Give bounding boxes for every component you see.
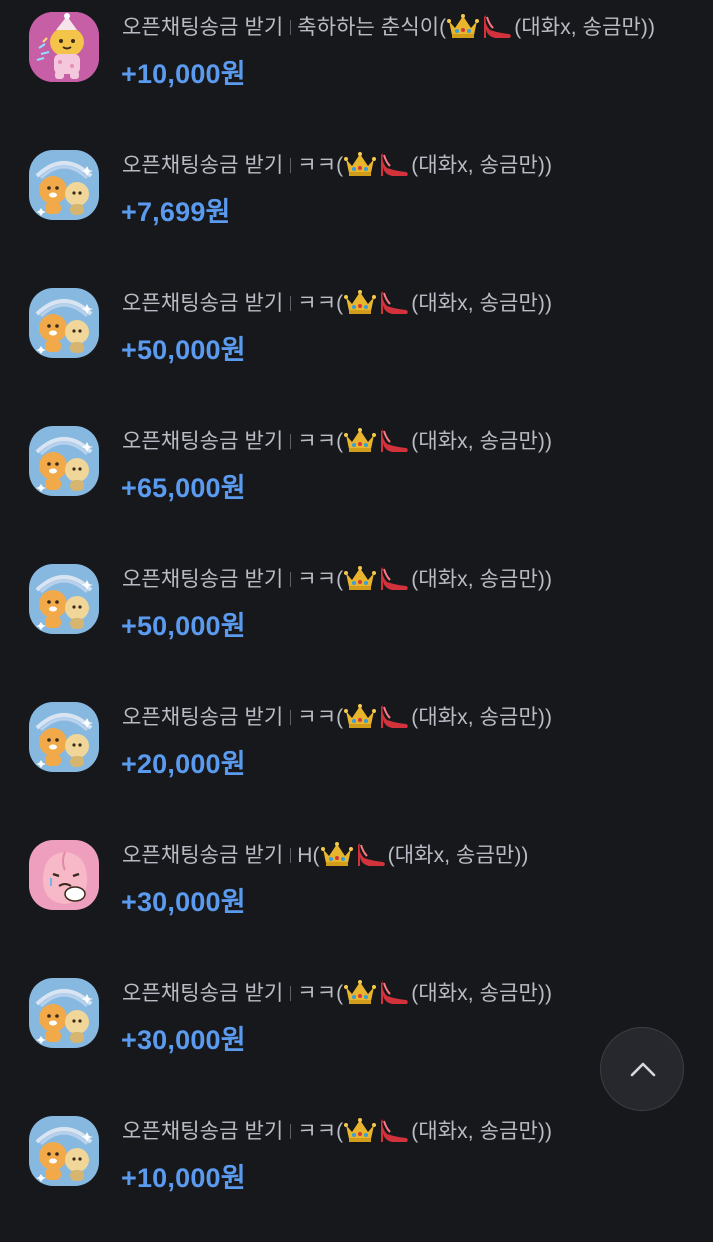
transaction-title: 오픈채팅송금 받기 ㅋㅋ( (대화x, 송금만))	[122, 978, 552, 1010]
title-divider	[290, 434, 292, 449]
transaction-type: 오픈채팅송금 받기	[122, 844, 284, 867]
transaction-amount: +7,699원	[121, 197, 231, 227]
transaction-amount: +10,000원	[121, 1163, 246, 1193]
transaction-memo-prefix: ㅋㅋ(	[297, 1120, 344, 1143]
crown-emoji-icon	[344, 428, 377, 452]
blue-character-avatar	[29, 702, 99, 772]
transaction-type: 오픈채팅송금 받기	[122, 568, 284, 591]
blue-character-avatar	[29, 288, 99, 358]
transaction-type: 오픈채팅송금 받기	[122, 292, 284, 315]
peach-character-avatar	[29, 840, 99, 910]
transaction-title: 오픈채팅송금 받기 H( (대화x, 송금만))	[122, 840, 529, 872]
blue-character-avatar	[29, 1116, 99, 1186]
title-divider	[290, 572, 292, 587]
transaction-memo-prefix: ㅋㅋ(	[297, 430, 344, 453]
transaction-memo-prefix: ㅋㅋ(	[297, 154, 344, 177]
high-heel-emoji-icon	[381, 705, 409, 728]
transaction-memo-suffix: (대화x, 송금만))	[387, 844, 529, 867]
crown-emoji-icon	[447, 14, 480, 38]
chevron-up-icon	[630, 1062, 656, 1077]
transaction-title: 오픈채팅송금 받기 ㅋㅋ( (대화x, 송금만))	[122, 702, 552, 734]
title-divider	[290, 158, 292, 173]
transaction-amount: +10,000원	[121, 59, 246, 89]
crown-emoji-icon	[344, 566, 377, 590]
transaction-row[interactable]: 오픈채팅송금 받기 ㅋㅋ( (대화x, 송금만)) +10,000원	[0, 1104, 713, 1242]
transaction-memo-suffix: (대화x, 송금만))	[411, 982, 553, 1005]
transaction-memo-suffix: (대화x, 송금만))	[411, 430, 553, 453]
transaction-row[interactable]: 오픈채팅송금 받기 ㅋㅋ( (대화x, 송금만)) +50,000원	[0, 552, 713, 690]
scroll-to-top-button[interactable]	[600, 1027, 684, 1111]
transaction-memo-suffix: (대화x, 송금만))	[411, 1120, 553, 1143]
transaction-title: 오픈채팅송금 받기 축하하는 춘식이( (대화x, 송금만))	[122, 12, 655, 44]
transaction-title: 오픈채팅송금 받기 ㅋㅋ( (대화x, 송금만))	[122, 150, 552, 182]
transaction-title: 오픈채팅송금 받기 ㅋㅋ( (대화x, 송금만))	[122, 564, 552, 596]
transaction-title: 오픈채팅송금 받기 ㅋㅋ( (대화x, 송금만))	[122, 426, 552, 458]
high-heel-emoji-icon	[381, 153, 409, 176]
transaction-row[interactable]: 오픈채팅송금 받기 축하하는 춘식이( (대화x, 송금만)) +10,000원	[0, 0, 713, 138]
title-divider	[290, 20, 292, 35]
transaction-memo-suffix: (대화x, 송금만))	[411, 706, 553, 729]
transaction-title: 오픈채팅송금 받기 ㅋㅋ( (대화x, 송금만))	[122, 1116, 552, 1148]
transaction-memo-prefix: 축하하는 춘식이(	[297, 16, 447, 39]
blue-character-avatar	[29, 564, 99, 634]
transaction-memo-suffix: (대화x, 송금만))	[411, 292, 553, 315]
transaction-row[interactable]: 오픈채팅송금 받기 ㅋㅋ( (대화x, 송금만)) +7,699원	[0, 138, 713, 276]
title-divider	[290, 1124, 292, 1139]
transaction-row[interactable]: 오픈채팅송금 받기 ㅋㅋ( (대화x, 송금만)) +20,000원	[0, 690, 713, 828]
transaction-memo-prefix: ㅋㅋ(	[297, 568, 344, 591]
transaction-type: 오픈채팅송금 받기	[122, 982, 284, 1005]
transaction-memo-prefix: ㅋㅋ(	[297, 292, 344, 315]
transaction-amount: +50,000원	[121, 611, 246, 641]
crown-emoji-icon	[344, 152, 377, 176]
high-heel-emoji-icon	[381, 981, 409, 1004]
high-heel-emoji-icon	[381, 291, 409, 314]
crown-emoji-icon	[344, 290, 377, 314]
transaction-row[interactable]: 오픈채팅송금 받기 H( (대화x, 송금만)) +30,000원	[0, 828, 713, 966]
title-divider	[290, 710, 292, 725]
transaction-memo-suffix: (대화x, 송금만))	[411, 568, 553, 591]
transaction-title: 오픈채팅송금 받기 ㅋㅋ( (대화x, 송금만))	[122, 288, 552, 320]
transaction-type: 오픈채팅송금 받기	[122, 154, 284, 177]
transaction-row[interactable]: 오픈채팅송금 받기 ㅋㅋ( (대화x, 송금만)) +65,000원	[0, 414, 713, 552]
transaction-amount: +65,000원	[121, 473, 246, 503]
crown-emoji-icon	[344, 704, 377, 728]
transaction-amount: +50,000원	[121, 335, 246, 365]
blue-character-avatar	[29, 426, 99, 496]
transaction-row[interactable]: 오픈채팅송금 받기 ㅋㅋ( (대화x, 송금만)) +50,000원	[0, 276, 713, 414]
transaction-memo-suffix: (대화x, 송금만))	[411, 154, 553, 177]
transaction-type: 오픈채팅송금 받기	[122, 1120, 284, 1143]
blue-character-avatar	[29, 978, 99, 1048]
transaction-amount: +30,000원	[121, 1025, 246, 1055]
transaction-type: 오픈채팅송금 받기	[122, 706, 284, 729]
transaction-amount: +30,000원	[121, 887, 246, 917]
transaction-memo-prefix: H(	[297, 844, 320, 867]
blue-character-avatar	[29, 150, 99, 220]
high-heel-emoji-icon	[357, 843, 385, 866]
high-heel-emoji-icon	[381, 1119, 409, 1142]
transaction-type: 오픈채팅송금 받기	[122, 430, 284, 453]
high-heel-emoji-icon	[484, 15, 512, 38]
transaction-type: 오픈채팅송금 받기	[122, 16, 284, 39]
crown-emoji-icon	[344, 980, 377, 1004]
transaction-memo-prefix: ㅋㅋ(	[297, 706, 344, 729]
transaction-amount: +20,000원	[121, 749, 246, 779]
title-divider	[290, 848, 292, 863]
transaction-memo-suffix: (대화x, 송금만))	[514, 16, 656, 39]
high-heel-emoji-icon	[381, 429, 409, 452]
title-divider	[290, 296, 292, 311]
pink-character-avatar	[29, 12, 99, 82]
title-divider	[290, 986, 292, 1001]
crown-emoji-icon	[344, 1118, 377, 1142]
transaction-memo-prefix: ㅋㅋ(	[297, 982, 344, 1005]
high-heel-emoji-icon	[381, 567, 409, 590]
crown-emoji-icon	[320, 842, 353, 866]
